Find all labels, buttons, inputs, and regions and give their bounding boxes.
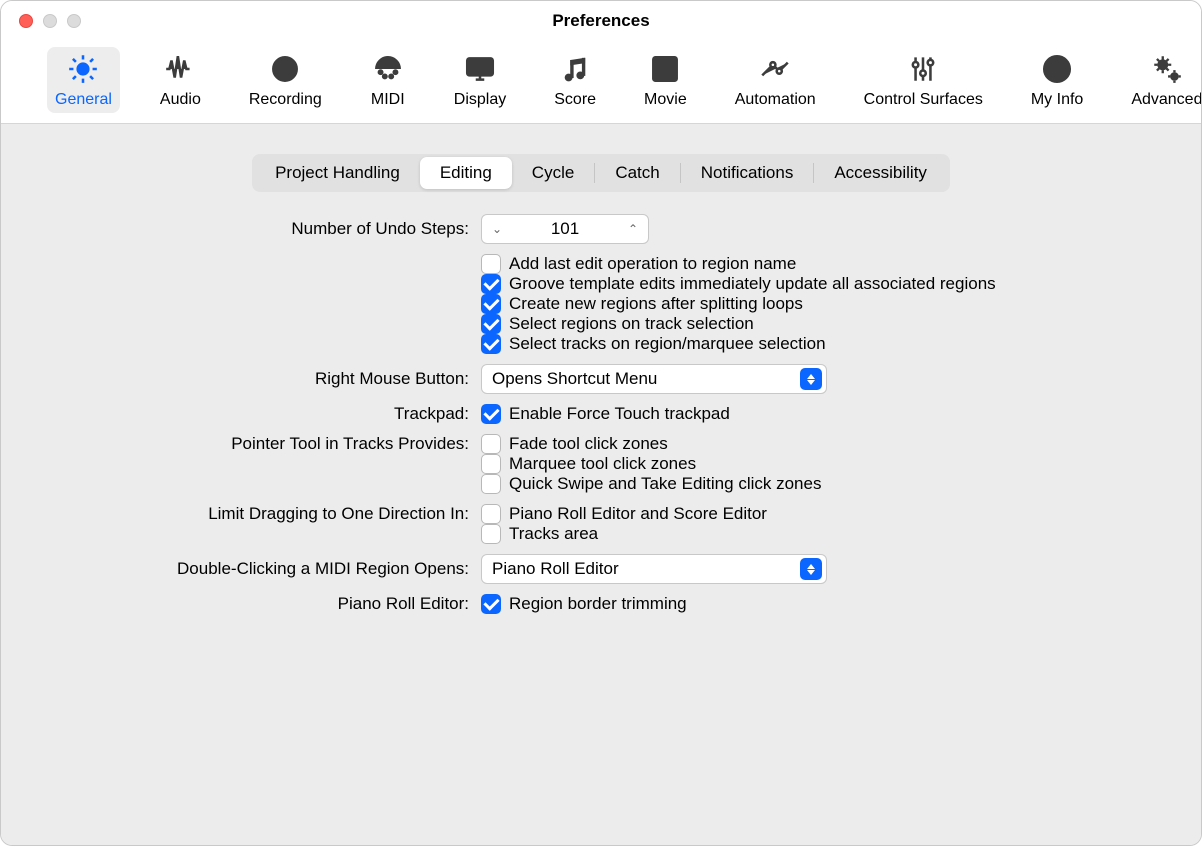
undo-steps-value: 101 bbox=[551, 219, 579, 239]
toolbar-general-label: General bbox=[55, 91, 112, 109]
dropdown-arrows-icon bbox=[800, 558, 822, 580]
edit-opt-4-checkbox[interactable] bbox=[481, 334, 501, 354]
toolbar-automation-label: Automation bbox=[735, 91, 816, 109]
toolbar-movie-label: Movie bbox=[644, 91, 687, 109]
edit-opt-4-checkbox-label: Select tracks on region/marquee selectio… bbox=[509, 334, 826, 354]
gear-icon bbox=[65, 51, 101, 87]
limit-opt-1-checkbox-label: Tracks area bbox=[509, 524, 598, 544]
edit-opt-3-checkbox[interactable] bbox=[481, 314, 501, 334]
subtab-project-handling[interactable]: Project Handling bbox=[255, 157, 420, 189]
limit-opt-0-checkbox-label: Piano Roll Editor and Score Editor bbox=[509, 504, 767, 524]
preferences-window: Preferences General Audio Recording MIDI… bbox=[0, 0, 1202, 846]
edit-opt-3-checkbox-label: Select regions on track selection bbox=[509, 314, 754, 334]
pointer-opt-0-checkbox[interactable] bbox=[481, 434, 501, 454]
undo-steps-label: Number of Undo Steps: bbox=[41, 219, 481, 239]
limit-opt-1-checkbox[interactable] bbox=[481, 524, 501, 544]
toolbar-recording[interactable]: Recording bbox=[241, 47, 330, 113]
double-click-dropdown[interactable]: Piano Roll Editor bbox=[481, 554, 827, 584]
pointer-opt-1-checkbox[interactable] bbox=[481, 454, 501, 474]
subtab-notifications[interactable]: Notifications bbox=[681, 157, 814, 189]
toolbar-my-info-label: My Info bbox=[1031, 91, 1083, 109]
toolbar-control-surfaces[interactable]: Control Surfaces bbox=[856, 47, 991, 113]
record-icon bbox=[267, 51, 303, 87]
pointer-opt-0-checkbox-label: Fade tool click zones bbox=[509, 434, 668, 454]
subtab-accessibility[interactable]: Accessibility bbox=[814, 157, 947, 189]
window-title: Preferences bbox=[1, 11, 1201, 31]
toolbar-my-info[interactable]: My Info bbox=[1023, 47, 1091, 113]
sliders-icon bbox=[905, 51, 941, 87]
subtab-cycle[interactable]: Cycle bbox=[512, 157, 595, 189]
edit-opt-0-checkbox[interactable] bbox=[481, 254, 501, 274]
toolbar-advanced-label: Advanced bbox=[1131, 91, 1202, 109]
stepper-decrement[interactable]: ⌄ bbox=[488, 222, 506, 236]
stepper-increment[interactable]: ⌃ bbox=[624, 222, 642, 236]
right-mouse-dropdown[interactable]: Opens Shortcut Menu bbox=[481, 364, 827, 394]
gears-icon bbox=[1149, 51, 1185, 87]
subtab-editing[interactable]: Editing bbox=[420, 157, 512, 189]
film-icon bbox=[647, 51, 683, 87]
limit-opt-0-checkbox[interactable] bbox=[481, 504, 501, 524]
toolbar-display-label: Display bbox=[454, 91, 506, 109]
pointer-opt-0-label: Pointer Tool in Tracks Provides: bbox=[41, 434, 481, 454]
toolbar-score[interactable]: Score bbox=[546, 47, 604, 113]
waveform-icon bbox=[162, 51, 198, 87]
toolbar-midi[interactable]: MIDI bbox=[362, 47, 414, 113]
trackpad-checkbox-label: Enable Force Touch trackpad bbox=[509, 404, 730, 424]
double-click-value: Piano Roll Editor bbox=[492, 559, 619, 579]
pointer-opt-2-checkbox[interactable] bbox=[481, 474, 501, 494]
pointer-opt-1-checkbox-label: Marquee tool click zones bbox=[509, 454, 696, 474]
right-mouse-value: Opens Shortcut Menu bbox=[492, 369, 657, 389]
preferences-toolbar: General Audio Recording MIDI Display Sco… bbox=[1, 41, 1201, 124]
notes-icon bbox=[557, 51, 593, 87]
toolbar-automation[interactable]: Automation bbox=[727, 47, 824, 113]
toolbar-movie[interactable]: Movie bbox=[636, 47, 695, 113]
toolbar-advanced[interactable]: Advanced bbox=[1123, 47, 1202, 113]
display-icon bbox=[462, 51, 498, 87]
toolbar-general[interactable]: General bbox=[47, 47, 120, 113]
piano-roll-checkbox[interactable] bbox=[481, 594, 501, 614]
toolbar-display[interactable]: Display bbox=[446, 47, 514, 113]
automation-icon bbox=[757, 51, 793, 87]
limit-opt-0-label: Limit Dragging to One Direction In: bbox=[41, 504, 481, 524]
toolbar-audio-label: Audio bbox=[160, 91, 201, 109]
trackpad-label: Trackpad: bbox=[41, 404, 481, 424]
edit-opt-2-checkbox[interactable] bbox=[481, 294, 501, 314]
user-icon bbox=[1039, 51, 1075, 87]
subtab-catch[interactable]: Catch bbox=[595, 157, 679, 189]
edit-opt-1-checkbox[interactable] bbox=[481, 274, 501, 294]
edit-opt-0-checkbox-label: Add last edit operation to region name bbox=[509, 254, 796, 274]
edit-opt-1-checkbox-label: Groove template edits immediately update… bbox=[509, 274, 996, 294]
editing-panel: Number of Undo Steps: ⌄ 101 ⌃ Add last e… bbox=[41, 214, 1161, 614]
toolbar-recording-label: Recording bbox=[249, 91, 322, 109]
double-click-label: Double-Clicking a MIDI Region Opens: bbox=[41, 559, 481, 579]
right-mouse-label: Right Mouse Button: bbox=[41, 369, 481, 389]
toolbar-control-surfaces-label: Control Surfaces bbox=[864, 91, 983, 109]
trackpad-checkbox[interactable] bbox=[481, 404, 501, 424]
midi-icon bbox=[370, 51, 406, 87]
pointer-opt-2-checkbox-label: Quick Swipe and Take Editing click zones bbox=[509, 474, 821, 494]
sub-tabs: Project HandlingEditingCycleCatchNotific… bbox=[252, 154, 950, 192]
toolbar-score-label: Score bbox=[554, 91, 596, 109]
piano-roll-label: Piano Roll Editor: bbox=[41, 594, 481, 614]
titlebar: Preferences bbox=[1, 1, 1201, 41]
piano-roll-checkbox-label: Region border trimming bbox=[509, 594, 687, 614]
edit-opt-2-checkbox-label: Create new regions after splitting loops bbox=[509, 294, 803, 314]
toolbar-midi-label: MIDI bbox=[371, 91, 405, 109]
undo-steps-stepper[interactable]: ⌄ 101 ⌃ bbox=[481, 214, 649, 244]
preferences-body: Project HandlingEditingCycleCatchNotific… bbox=[1, 124, 1201, 845]
dropdown-arrows-icon bbox=[800, 368, 822, 390]
toolbar-audio[interactable]: Audio bbox=[152, 47, 209, 113]
